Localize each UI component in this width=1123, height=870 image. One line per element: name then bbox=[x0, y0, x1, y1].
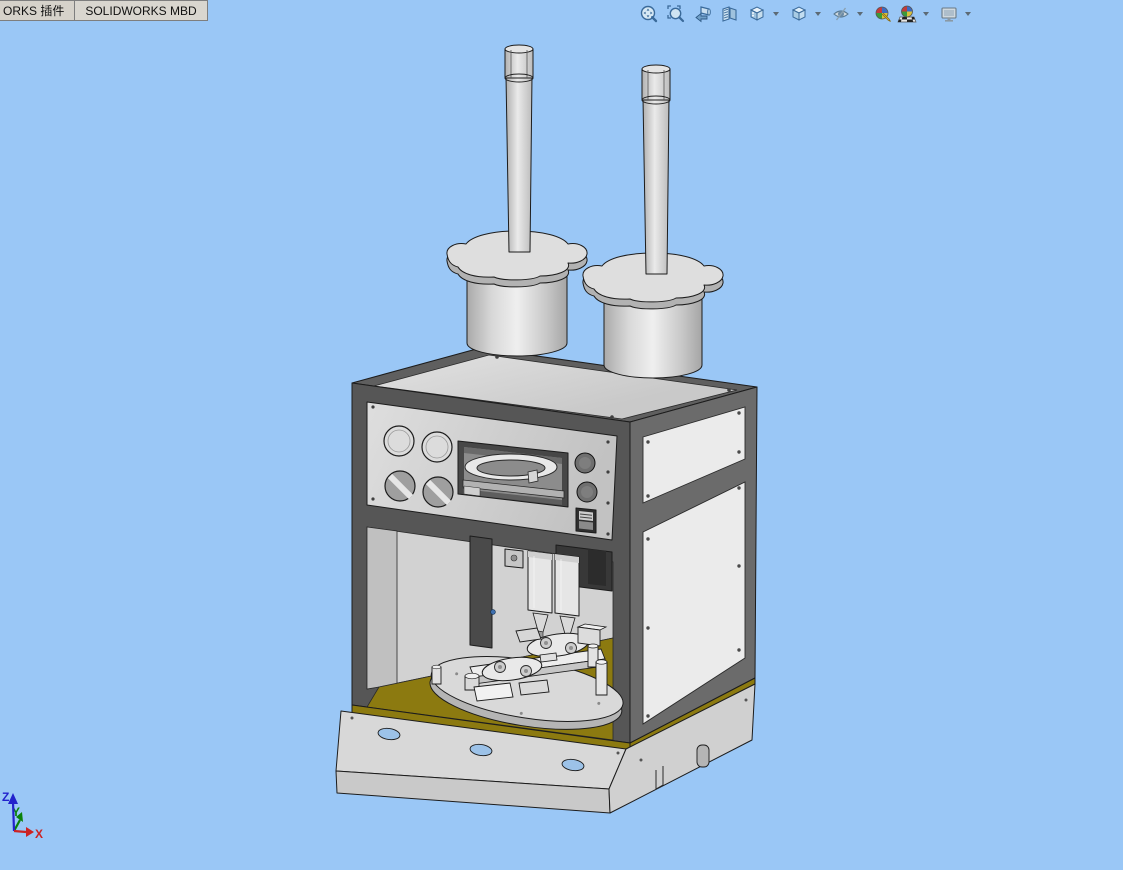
solidworks-window: Y Z X ORKS 插件 SOLIDWORKS MBD bbox=[0, 0, 1123, 870]
zoom-to-fit-button[interactable] bbox=[638, 3, 660, 25]
graphics-area[interactable]: Y Z X bbox=[0, 0, 1123, 870]
machine-model[interactable] bbox=[335, 44, 758, 814]
view-settings-icon bbox=[941, 7, 957, 22]
cabinet-front[interactable] bbox=[351, 382, 631, 752]
toggle-switch[interactable] bbox=[575, 507, 597, 534]
triad-z-label: Z bbox=[2, 790, 9, 804]
tab-label: ORKS 插件 bbox=[3, 4, 65, 18]
hide-show-items-dropdown[interactable] bbox=[854, 3, 866, 25]
view-settings-dropdown[interactable] bbox=[962, 3, 974, 25]
previous-view-icon bbox=[695, 6, 711, 23]
work-chamber[interactable] bbox=[366, 526, 627, 741]
section-view-icon bbox=[722, 6, 737, 22]
edit-appearance-button[interactable] bbox=[872, 3, 894, 25]
view-orientation-dropdown[interactable] bbox=[770, 3, 782, 25]
display-style-icon bbox=[791, 6, 807, 21]
view-settings-button[interactable] bbox=[938, 3, 960, 25]
cylinder-right[interactable] bbox=[582, 64, 724, 379]
apply-scene-dropdown[interactable] bbox=[920, 3, 932, 25]
chevron-down-icon bbox=[923, 12, 929, 16]
view-orientation-button[interactable] bbox=[746, 3, 768, 25]
apply-scene-icon bbox=[897, 5, 917, 23]
commandmanager-tabs: ORKS 插件 SOLIDWORKS MBD bbox=[0, 0, 208, 21]
zoom-to-area-icon bbox=[667, 5, 685, 23]
zoom-to-fit-icon bbox=[640, 5, 658, 23]
display-style-dropdown[interactable] bbox=[812, 3, 824, 25]
zoom-to-area-button[interactable] bbox=[665, 3, 687, 25]
orientation-triad: Y Z X bbox=[2, 790, 43, 841]
hide-show-items-button[interactable] bbox=[830, 3, 852, 25]
previous-view-button[interactable] bbox=[692, 3, 714, 25]
chevron-down-icon bbox=[773, 12, 779, 16]
tab-solidworks-mbd[interactable]: SOLIDWORKS MBD bbox=[74, 0, 208, 21]
chevron-down-icon bbox=[857, 12, 863, 16]
cylinder-left[interactable] bbox=[446, 44, 588, 357]
section-view-button[interactable] bbox=[719, 3, 741, 25]
display-style-button[interactable] bbox=[788, 3, 810, 25]
heads-up-view-toolbar bbox=[638, 3, 980, 25]
base-slot bbox=[696, 744, 710, 768]
tab-solidworks-addins[interactable]: ORKS 插件 bbox=[0, 0, 76, 21]
chevron-down-icon bbox=[815, 12, 821, 16]
tab-label: SOLIDWORKS MBD bbox=[85, 3, 197, 18]
triad-x-label: X bbox=[35, 827, 43, 841]
apply-scene-button[interactable] bbox=[896, 3, 918, 25]
chevron-down-icon bbox=[965, 12, 971, 16]
hide-show-items-icon bbox=[833, 7, 849, 21]
edit-appearance-icon bbox=[875, 6, 891, 22]
view-orientation-icon bbox=[749, 6, 765, 21]
